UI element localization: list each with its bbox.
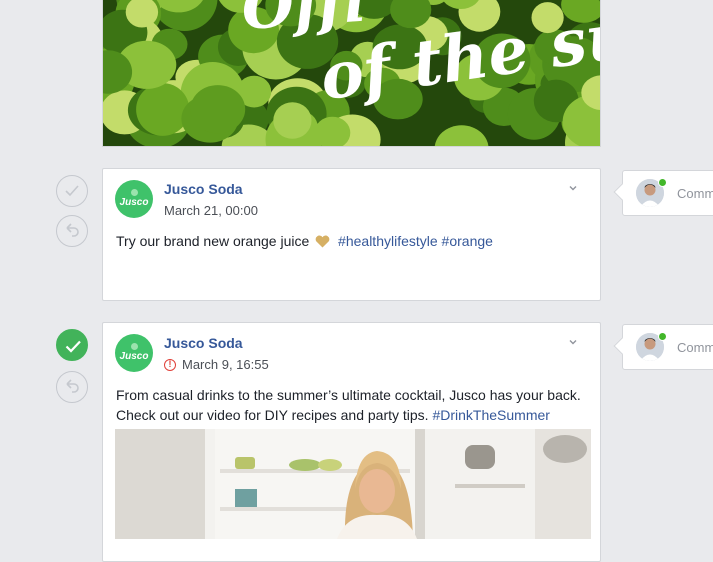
approve-button[interactable] — [56, 175, 88, 207]
comment-input[interactable]: Comment — [677, 340, 713, 355]
comment-box[interactable]: Comment — [622, 170, 713, 216]
brand-name-link[interactable]: Jusco Soda — [164, 335, 243, 351]
brand-avatar[interactable]: Jusco — [115, 334, 153, 372]
post-text-line: Check out our video for DIY recipes and … — [116, 405, 581, 425]
post-date: March 9, 16:55 — [164, 357, 269, 372]
logo-dot-icon — [130, 343, 138, 350]
online-status-dot — [658, 178, 667, 187]
chevron-down-icon[interactable] — [568, 337, 578, 347]
check-icon — [65, 185, 79, 197]
post-card: Jusco Jusco Soda March 21, 00:00 Try our… — [102, 168, 601, 301]
post-text-line: From casual drinks to the summer’s ultim… — [116, 387, 581, 403]
check-icon — [65, 340, 81, 353]
brand-avatar-text: Jusco — [119, 197, 149, 208]
lime-shape — [136, 83, 190, 136]
post-text-body: Check out our video for DIY recipes and … — [116, 407, 429, 423]
post-date-text: March 21, 00:00 — [164, 203, 258, 218]
video-thumbnail[interactable] — [115, 429, 591, 539]
comment-box[interactable]: Comment — [622, 324, 713, 370]
heart-emoji-icon — [315, 235, 330, 248]
reply-button[interactable] — [56, 371, 88, 403]
lime-shape — [273, 102, 312, 139]
reply-button[interactable] — [56, 215, 88, 247]
post-date: March 21, 00:00 — [164, 203, 258, 218]
brand-avatar[interactable]: Jusco — [115, 180, 153, 218]
warning-icon[interactable] — [164, 358, 176, 371]
post-text: Try our brand new orange juice #healthyl… — [116, 231, 493, 251]
online-status-dot — [658, 332, 667, 341]
logo-dot-icon — [130, 189, 138, 196]
chevron-down-icon[interactable] — [568, 183, 578, 193]
post-image-banner[interactable]: Offi of the summ — [102, 0, 601, 147]
reply-arrow-icon — [66, 379, 79, 393]
comment-input[interactable]: Comment — [677, 186, 713, 201]
brand-name-link[interactable]: Jusco Soda — [164, 181, 243, 197]
approved-button[interactable] — [56, 329, 88, 361]
post-text: From casual drinks to the summer’s ultim… — [116, 385, 581, 425]
hashtag-link[interactable]: #DrinkTheSummer — [432, 407, 549, 423]
brand-avatar-text: Jusco — [119, 351, 149, 362]
reply-arrow-icon — [66, 223, 79, 237]
post-date-text: March 9, 16:55 — [182, 357, 269, 372]
post-card: Jusco Jusco Soda March 9, 16:55 From cas… — [102, 322, 601, 562]
post-text-body: Try our brand new orange juice — [116, 233, 310, 249]
hashtag-links[interactable]: #healthylifestyle #orange — [338, 233, 493, 249]
lime-shape — [190, 85, 246, 134]
